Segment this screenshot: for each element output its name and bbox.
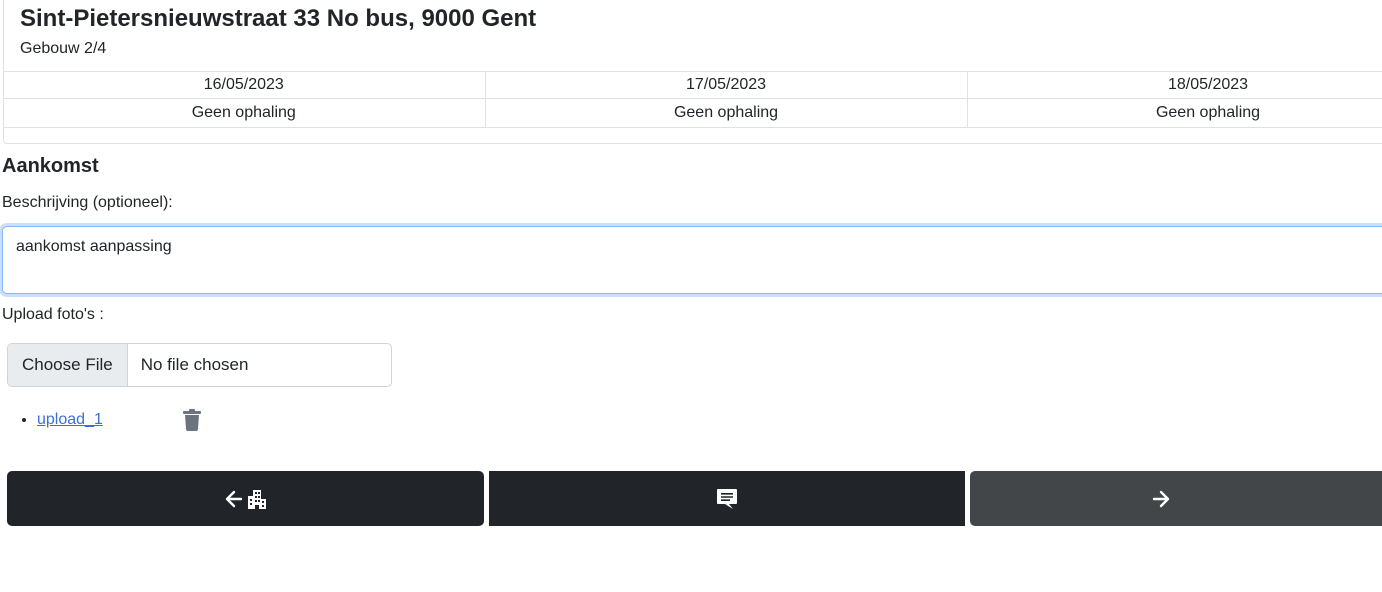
schedule-date: 17/05/2023 <box>484 71 968 99</box>
uploaded-files-list: upload_1 <box>0 408 201 432</box>
arrow-left-icon <box>224 489 244 509</box>
next-button[interactable] <box>970 471 1382 526</box>
schedule-status: Geen ophaling <box>484 98 968 128</box>
list-item: upload_1 <box>37 408 201 432</box>
schedule-status: Geen ophaling <box>3 98 486 128</box>
trash-icon[interactable] <box>183 409 201 431</box>
schedule-dates-row: 16/05/2023 17/05/2023 18/05/2023 <box>3 71 1382 99</box>
building-icon <box>247 489 267 509</box>
file-status: No file chosen <box>140 355 249 374</box>
comment-button[interactable] <box>489 471 965 526</box>
schedule-date: 16/05/2023 <box>3 71 486 99</box>
building-counter: Gebouw 2/4 <box>20 40 107 57</box>
choose-file-button[interactable]: Choose File <box>8 344 128 386</box>
arrow-right-icon <box>1151 489 1171 509</box>
description-field[interactable]: aankomst aanpassing <box>2 226 1382 294</box>
comment-icon <box>716 488 738 510</box>
upload-label: Upload foto's : <box>2 306 104 323</box>
description-label: Beschrijving (optioneel): <box>2 194 173 211</box>
address-title: Sint-Pietersnieuwstraat 33 No bus, 9000 … <box>20 5 537 32</box>
section-title: Aankomst <box>2 155 99 177</box>
back-to-building-button[interactable] <box>7 471 484 526</box>
schedule-date: 18/05/2023 <box>966 71 1382 99</box>
upload-link[interactable]: upload_1 <box>37 411 103 428</box>
schedule-status-row: Geen ophaling Geen ophaling Geen ophalin… <box>3 98 1382 128</box>
collection-schedule-table: 16/05/2023 17/05/2023 18/05/2023 Geen op… <box>3 71 1382 128</box>
schedule-status: Geen ophaling <box>966 98 1382 128</box>
file-input[interactable]: Choose File No file chosen <box>7 343 392 387</box>
